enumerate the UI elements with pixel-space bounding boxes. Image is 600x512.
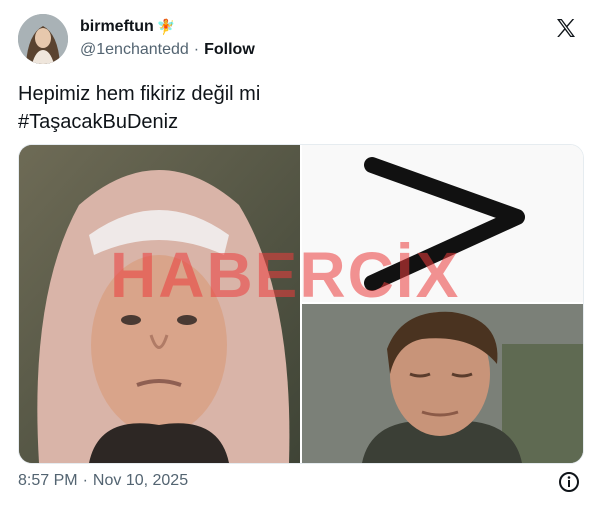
media-arrow-image[interactable] — [302, 145, 583, 302]
x-logo-icon[interactable] — [554, 16, 578, 40]
media-photo-old-woman[interactable] — [19, 145, 300, 463]
tweet-timestamp[interactable]: 8:57 PM · Nov 10, 2025 — [18, 472, 188, 490]
media-grid[interactable] — [18, 144, 584, 464]
separator-dot: · — [193, 41, 200, 58]
tweet-header: birmeftun 🧚 @1enchantedd · Follow — [18, 12, 588, 66]
tweet-date: Nov 10, 2025 — [92, 472, 189, 489]
media-photo-man[interactable] — [302, 304, 583, 463]
display-name-row[interactable]: birmeftun 🧚 — [80, 18, 175, 36]
fairy-emoji-icon: 🧚 — [156, 19, 176, 36]
tweet-text-line: Hepimiz hem fikiriz değil mi — [18, 83, 261, 105]
user-handle[interactable]: @1enchantedd — [80, 41, 189, 59]
follow-button[interactable]: Follow — [204, 41, 255, 59]
tweet-text: Hepimiz hem fikiriz değil mi #TaşacakBuD… — [18, 80, 260, 136]
avatar[interactable] — [18, 14, 68, 64]
hashtag-link[interactable]: #TaşacakBuDeniz — [18, 108, 260, 136]
separator-dot: · — [82, 472, 88, 489]
handle-row: @1enchantedd · Follow — [80, 41, 255, 59]
tweet-time: 8:57 PM — [18, 472, 78, 489]
display-name[interactable]: birmeftun — [80, 18, 154, 36]
info-icon[interactable] — [558, 471, 580, 493]
